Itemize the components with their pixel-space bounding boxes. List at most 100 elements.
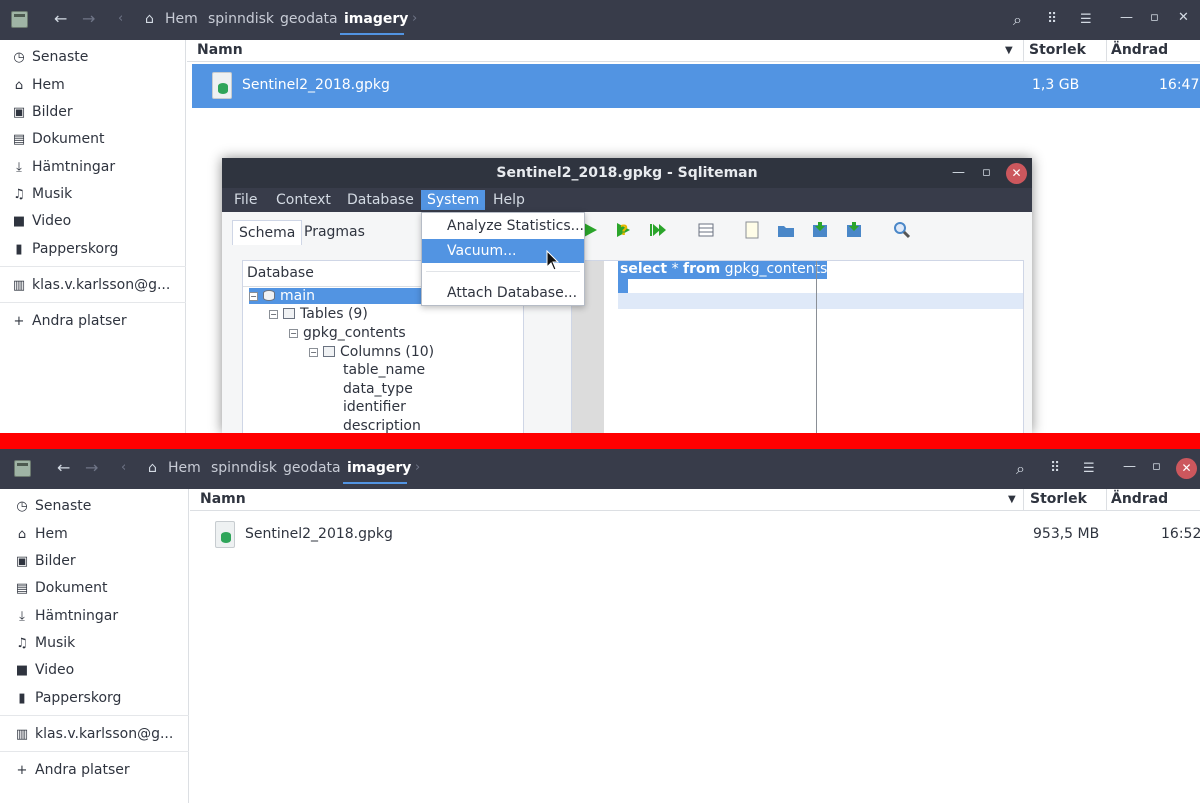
clock-icon: ◷: [13, 49, 25, 65]
collapse-icon[interactable]: −: [309, 348, 318, 357]
collapse-icon[interactable]: −: [269, 310, 278, 319]
breadcrumb-right-chevron-icon[interactable]: ›: [412, 11, 417, 26]
tab-pragmas[interactable]: Pragmas: [304, 224, 365, 240]
search-icon[interactable]: ⌕: [1016, 459, 1025, 479]
column-separator: [1106, 40, 1107, 62]
sidebar-item-label: Hem: [32, 77, 65, 93]
explain-query-icon[interactable]: ?: [614, 220, 634, 240]
menu-context[interactable]: Context: [276, 192, 331, 208]
grid-view-icon[interactable]: ⠿: [1047, 11, 1057, 27]
sidebar-item-bilder[interactable]: ▣ Bilder: [13, 550, 76, 572]
sidebar-item-hem[interactable]: ⌂ Hem: [10, 74, 65, 96]
tree-node-column[interactable]: identifier: [343, 399, 406, 415]
forward-arrow-icon[interactable]: →: [85, 458, 98, 477]
new-file-icon[interactable]: [742, 220, 762, 240]
sidebar-item-senaste[interactable]: ◷ Senaste: [10, 46, 88, 68]
close-icon[interactable]: ✕: [1006, 163, 1027, 184]
column-header-size[interactable]: Storlek: [1030, 491, 1087, 507]
sidebar-item-hamtningar[interactable]: ⤓ Hämtningar: [10, 156, 115, 178]
tree-node-column[interactable]: table_name: [343, 362, 425, 378]
sidebar-item-video[interactable]: ■ Video: [10, 210, 71, 232]
sidebar-item-hem[interactable]: ⌂ Hem: [13, 523, 68, 545]
menu-database[interactable]: Database: [347, 192, 414, 208]
sidebar: ◷ Senaste ⌂ Hem ▣ Bilder ▤ Dokument ⤓ Hämtnin…: [0, 40, 186, 433]
breadcrumb-spinndisk[interactable]: spinndisk: [208, 11, 274, 27]
menu-file[interactable]: File: [234, 192, 257, 208]
sidebar-item-andra-platser[interactable]: + Andra platser: [10, 310, 127, 332]
tree-node-columns[interactable]: − Columns (10): [309, 344, 434, 360]
grid-view-icon[interactable]: ⠿: [1050, 460, 1060, 476]
sidebar-item-andra-platser[interactable]: + Andra platser: [13, 759, 130, 781]
tree-node-gpkg-contents[interactable]: − gpkg_contents: [289, 325, 406, 341]
column-header-name[interactable]: Namn: [197, 42, 243, 58]
search-icon[interactable]: ⌕: [1013, 10, 1022, 30]
breadcrumb-hem[interactable]: Hem: [168, 460, 201, 476]
maximize-icon[interactable]: ▫: [1150, 10, 1159, 25]
column-header-modified[interactable]: Ändrad: [1111, 42, 1168, 58]
menu-help[interactable]: Help: [493, 192, 525, 208]
menu-icon[interactable]: ☰: [1083, 461, 1095, 476]
tab-schema[interactable]: Schema: [232, 220, 303, 245]
sql-text: *: [667, 261, 684, 277]
collapse-icon[interactable]: −: [289, 329, 298, 338]
save-as-icon[interactable]: [844, 220, 864, 240]
minimize-icon[interactable]: —: [1120, 10, 1133, 25]
breadcrumb-left-chevron-icon[interactable]: ‹: [118, 11, 123, 26]
column-header-size[interactable]: Storlek: [1029, 42, 1086, 58]
tree-node-main[interactable]: − main: [249, 288, 425, 304]
column-header-name[interactable]: Namn: [200, 491, 246, 507]
sort-down-icon[interactable]: ▼: [1005, 45, 1013, 56]
tree-node-tables[interactable]: − Tables (9): [269, 306, 368, 322]
find-icon[interactable]: [892, 220, 912, 240]
sidebar-item-musik[interactable]: ♫ Musik: [10, 183, 72, 205]
file-row-selected[interactable]: Sentinel2_2018.gpkg 1,3 GB 16:47: [192, 64, 1200, 108]
sql-editor[interactable]: select * from gpkg_contents: [571, 260, 1024, 433]
breadcrumb-hem[interactable]: Hem: [165, 11, 198, 27]
sidebar-item-senaste[interactable]: ◷ Senaste: [13, 495, 91, 517]
menu-item-attach-database[interactable]: Attach Database...: [422, 281, 584, 305]
run-script-icon[interactable]: [648, 220, 668, 240]
sidebar-item-video[interactable]: ■ Video: [13, 659, 74, 681]
file-row[interactable]: Sentinel2_2018.gpkg 953,5 MB 16:52: [195, 513, 1200, 557]
menu-item-analyze-statistics[interactable]: Analyze Statistics...: [422, 214, 584, 238]
home-icon[interactable]: ⌂: [145, 11, 154, 27]
menu-icon[interactable]: ☰: [1080, 12, 1092, 27]
breadcrumb-geodata[interactable]: geodata: [280, 11, 338, 27]
breadcrumb-imagery[interactable]: imagery: [347, 460, 411, 476]
sidebar-item-papperskorg[interactable]: ▮ Papperskorg: [10, 238, 118, 260]
sidebar-item-network-server[interactable]: ▥ klas.v.karlsson@g...: [10, 274, 170, 296]
maximize-icon[interactable]: ▫: [1152, 459, 1161, 474]
collapse-icon[interactable]: −: [249, 292, 258, 301]
sort-down-icon[interactable]: ▼: [1008, 494, 1016, 505]
sidebar-item-dokument[interactable]: ▤ Dokument: [13, 577, 108, 599]
open-folder-icon[interactable]: [776, 220, 796, 240]
table-view-icon[interactable]: [696, 220, 716, 240]
breadcrumb-left-chevron-icon[interactable]: ‹: [121, 460, 126, 475]
home-icon[interactable]: ⌂: [148, 460, 157, 476]
forward-arrow-icon[interactable]: →: [82, 9, 95, 28]
tree-node-column[interactable]: description: [343, 418, 421, 433]
sidebar-item-network-server[interactable]: ▥ klas.v.karlsson@g...: [13, 723, 173, 745]
sidebar-item-papperskorg[interactable]: ▮ Papperskorg: [13, 687, 121, 709]
sidebar-item-bilder[interactable]: ▣ Bilder: [10, 101, 73, 123]
tree-node-column[interactable]: data_type: [343, 381, 413, 397]
sidebar-item-dokument[interactable]: ▤ Dokument: [10, 128, 105, 150]
save-icon[interactable]: [810, 220, 830, 240]
breadcrumb-imagery[interactable]: imagery: [344, 11, 408, 27]
column-header-modified[interactable]: Ändrad: [1111, 491, 1168, 507]
menu-system[interactable]: System: [421, 190, 486, 210]
plus-icon: +: [13, 313, 25, 329]
minimize-icon[interactable]: —: [1123, 459, 1136, 474]
sidebar-item-hamtningar[interactable]: ⤓ Hämtningar: [13, 605, 118, 627]
breadcrumb-spinndisk[interactable]: spinndisk: [211, 460, 277, 476]
close-icon[interactable]: ✕: [1176, 458, 1197, 479]
breadcrumb-right-chevron-icon[interactable]: ›: [415, 460, 420, 475]
sidebar-item-musik[interactable]: ♫ Musik: [13, 632, 75, 654]
close-icon[interactable]: ✕: [1178, 10, 1189, 25]
maximize-icon[interactable]: ▫: [982, 165, 991, 180]
back-arrow-icon[interactable]: ←: [54, 9, 67, 28]
minimize-icon[interactable]: —: [952, 165, 965, 180]
back-arrow-icon[interactable]: ←: [57, 458, 70, 477]
breadcrumb-geodata[interactable]: geodata: [283, 460, 341, 476]
sidebar-item-label: Bilder: [35, 553, 76, 569]
